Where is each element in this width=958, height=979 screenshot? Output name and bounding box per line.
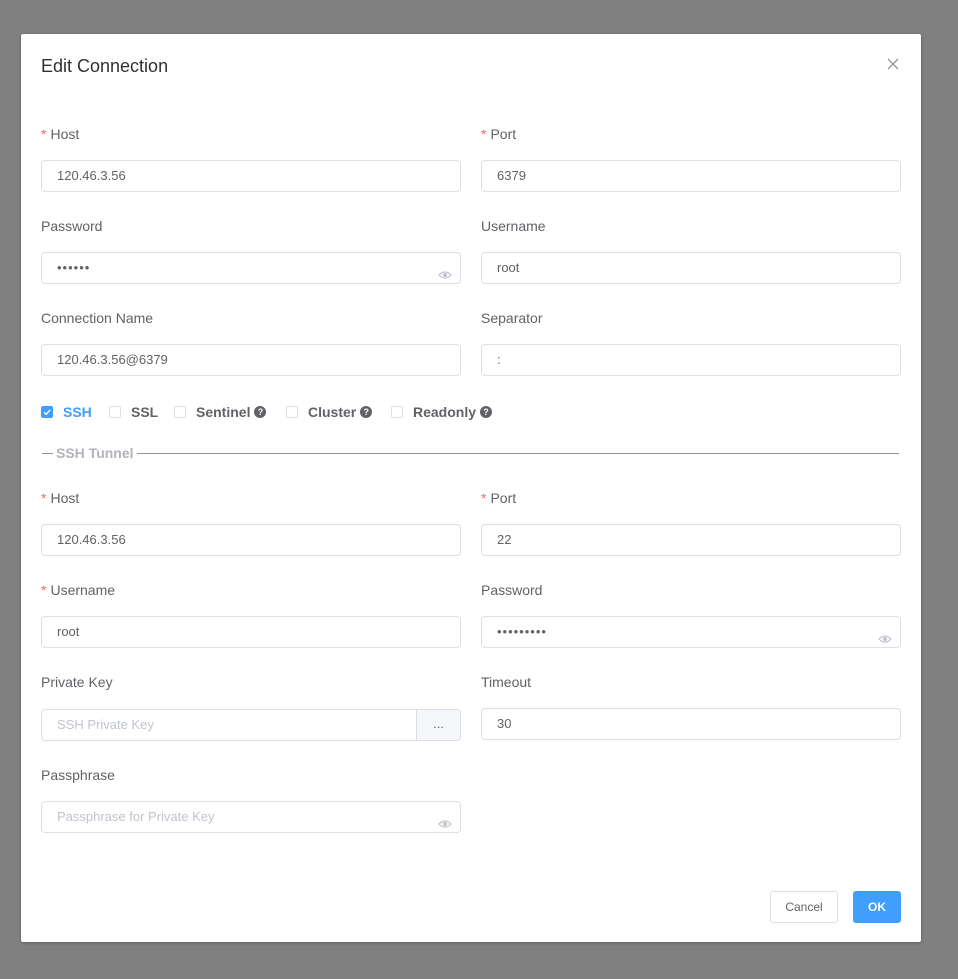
ssh-password-input[interactable]: ••••••••• <box>481 616 901 648</box>
required-mark: * <box>41 582 47 598</box>
checkbox-icon <box>109 406 121 418</box>
required-mark: * <box>481 126 487 142</box>
ssh-tunnel-divider <box>42 453 899 454</box>
eye-icon[interactable] <box>878 626 892 643</box>
ssh-username-label: * Username <box>41 582 116 598</box>
ssh-label: SSH <box>63 404 92 420</box>
close-icon[interactable] <box>885 56 901 72</box>
required-mark: * <box>481 490 487 506</box>
checkbox-icon <box>391 406 403 418</box>
password-input[interactable]: •••••• <box>41 252 461 284</box>
host-label: * Host <box>41 126 80 142</box>
eye-icon[interactable] <box>438 811 452 828</box>
passphrase-placeholder: Passphrase for Private Key <box>57 809 215 824</box>
dialog-title: Edit Connection <box>41 56 169 76</box>
host-input[interactable]: 120.46.3.56 <box>41 160 461 192</box>
checkbox-checked-icon <box>41 406 53 418</box>
required-mark: * <box>41 126 47 142</box>
passphrase-label: Passphrase <box>41 767 115 783</box>
password-value: •••••• <box>57 260 91 275</box>
cluster-label: Cluster <box>308 404 357 420</box>
private-key-input[interactable]: SSH Private Key ... <box>41 709 461 741</box>
connection-name-label: Connection Name <box>41 310 154 326</box>
sentinel-checkbox[interactable]: Sentinel ? <box>174 402 267 422</box>
cancel-button[interactable]: Cancel <box>770 891 838 923</box>
readonly-label: Readonly <box>413 404 477 420</box>
ssh-host-input[interactable]: 120.46.3.56 <box>41 524 461 556</box>
port-input[interactable]: 6379 <box>481 160 901 192</box>
ok-button[interactable]: OK <box>853 891 901 923</box>
ssh-username-input[interactable]: root <box>41 616 461 648</box>
eye-icon[interactable] <box>438 262 452 279</box>
connection-name-input[interactable]: 120.46.3.56@6379 <box>41 344 461 376</box>
port-label: * Port <box>481 126 517 142</box>
separator-input[interactable]: : <box>481 344 901 376</box>
ssh-port-label: * Port <box>481 490 517 506</box>
private-key-placeholder: SSH Private Key <box>57 717 154 732</box>
question-circle-icon[interactable]: ? <box>360 406 373 418</box>
cluster-checkbox[interactable]: Cluster ? <box>286 402 373 422</box>
ssh-host-label: * Host <box>41 490 80 506</box>
separator-label: Separator <box>481 310 543 326</box>
edit-connection-dialog: Edit Connection * Host 120.46.3.56 * Port … <box>21 34 921 942</box>
ssh-tunnel-legend: SSH Tunnel <box>53 445 137 461</box>
sentinel-label: Sentinel <box>196 404 251 420</box>
ssh-password-value: ••••••••• <box>497 624 547 639</box>
ssl-label: SSL <box>131 404 159 420</box>
ssl-checkbox[interactable]: SSL <box>109 402 158 422</box>
required-mark: * <box>41 490 47 506</box>
passphrase-input[interactable]: Passphrase for Private Key <box>41 801 461 833</box>
checkbox-icon <box>286 406 298 418</box>
timeout-input[interactable]: 30 <box>481 708 901 740</box>
question-circle-icon[interactable]: ? <box>254 406 267 418</box>
ssh-password-label: Password <box>481 582 543 598</box>
ssh-port-input[interactable]: 22 <box>481 524 901 556</box>
username-input[interactable]: root <box>481 252 901 284</box>
checkbox-icon <box>174 406 186 418</box>
password-label: Password <box>41 218 103 234</box>
private-key-label: Private Key <box>41 674 113 690</box>
username-label: Username <box>481 218 546 234</box>
timeout-label: Timeout <box>481 674 532 690</box>
browse-private-key-button[interactable]: ... <box>416 710 460 740</box>
question-circle-icon[interactable]: ? <box>480 406 493 418</box>
readonly-checkbox[interactable]: Readonly ? <box>391 402 493 422</box>
ssh-checkbox[interactable]: SSH <box>41 402 92 422</box>
